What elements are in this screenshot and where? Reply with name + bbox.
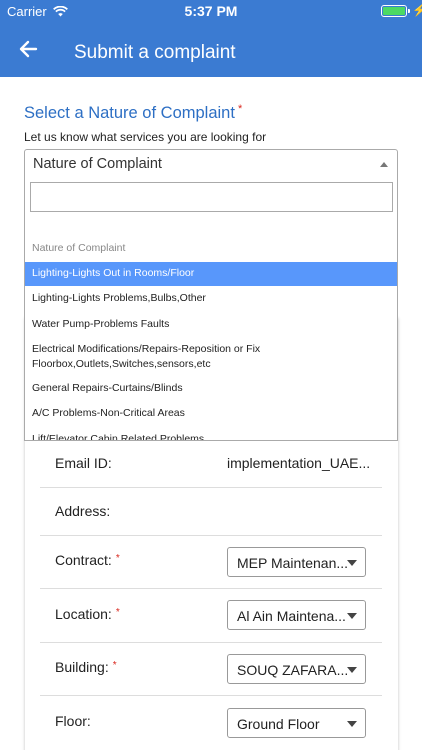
charging-bolt-icon: ⚡ — [412, 3, 422, 17]
building-label: Building: * — [55, 659, 117, 675]
dropdown-search-input[interactable] — [30, 182, 393, 212]
floor-select[interactable]: Ground Floor — [227, 708, 366, 738]
building-row: Building: * SOUQ ZAFARA... — [40, 643, 382, 696]
chevron-down-icon — [347, 613, 357, 619]
dropdown-option[interactable]: General Repairs-Curtains/Blinds — [25, 376, 397, 401]
dropdown-options: Nature of Complaint Lighting-Lights Out … — [25, 236, 397, 440]
dropdown-option[interactable]: Electrical Modifications/Repairs-Reposit… — [25, 338, 397, 376]
dropdown-option[interactable]: Lighting-Lights Out in Rooms/Floor — [25, 262, 397, 286]
location-row: Location: * Al Ain Maintena... — [40, 589, 382, 643]
status-bar: Carrier 5:37 PM ⚡ — [0, 0, 422, 22]
battery-tip — [408, 9, 410, 13]
contract-label-text: Contract: — [55, 552, 112, 568]
section-subtitle: Let us know what services you are lookin… — [24, 130, 267, 144]
floor-select-value: Ground Floor — [237, 716, 320, 732]
battery-icon — [381, 5, 407, 17]
location-required-marker: * — [115, 607, 120, 618]
contract-select-value: MEP Maintenan... — [237, 555, 349, 571]
building-select[interactable]: SOUQ ZAFARA... — [227, 654, 366, 684]
building-label-text: Building: — [55, 659, 109, 675]
building-select-value: SOUQ ZAFARA... — [237, 662, 349, 678]
page-title: Submit a complaint — [74, 42, 236, 63]
floor-label: Floor: — [55, 713, 91, 729]
contract-row: Contract: * MEP Maintenan... — [40, 536, 382, 589]
section-title: Select a Nature of Complaint * — [24, 103, 243, 123]
chevron-down-icon — [347, 721, 357, 727]
location-select-value: Al Ain Maintena... — [237, 608, 346, 624]
email-label: Email ID: — [55, 455, 112, 471]
floor-row: Floor: Ground Floor — [40, 696, 382, 750]
dropdown-option[interactable]: Lift/Elevator Cabin Related Problems — [25, 427, 397, 440]
dropdown-option[interactable]: A/C Problems-Non-Critical Areas — [25, 401, 397, 427]
back-arrow-icon[interactable] — [16, 36, 42, 62]
select-value: Nature of Complaint — [33, 156, 162, 172]
clock: 5:37 PM — [184, 3, 238, 19]
location-select[interactable]: Al Ain Maintena... — [227, 600, 366, 630]
required-marker: * — [237, 103, 243, 115]
option-group-label: Nature of Complaint — [32, 242, 126, 255]
address-row: Address: — [40, 488, 382, 536]
nature-of-complaint-dropdown: Nature of Complaint Lighting-Lights Out … — [24, 178, 398, 441]
nature-of-complaint-select[interactable]: Nature of Complaint — [24, 149, 398, 179]
email-value: implementation_UAE... — [227, 455, 371, 471]
contract-select[interactable]: MEP Maintenan... — [227, 547, 366, 577]
location-label: Location: * — [55, 606, 120, 622]
chevron-down-icon — [347, 667, 357, 673]
dropdown-option[interactable]: Water Pump-Problems Faults — [25, 312, 397, 338]
contract-required-marker: * — [115, 553, 120, 564]
contract-label: Contract: * — [55, 552, 120, 568]
section-title-text: Select a Nature of Complaint — [24, 104, 235, 122]
chevron-up-icon — [380, 162, 388, 167]
address-label: Address: — [55, 503, 111, 519]
app-header: Carrier 5:37 PM ⚡ Submit a complaint — [0, 0, 422, 77]
chevron-down-icon — [347, 560, 357, 566]
dropdown-option[interactable]: Lighting-Lights Problems,Bulbs,Other — [25, 286, 397, 312]
building-required-marker: * — [112, 660, 117, 671]
location-label-text: Location: — [55, 606, 112, 622]
email-row: Email ID: implementation_UAE... — [40, 440, 382, 488]
